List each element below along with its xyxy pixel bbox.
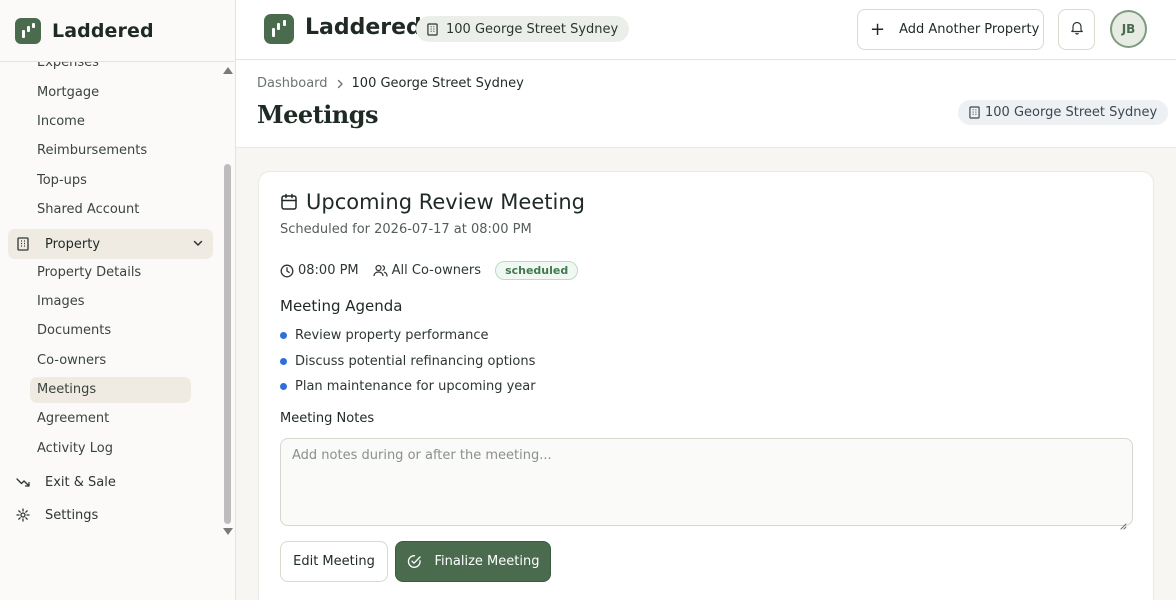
gear-icon [16,508,30,522]
page-header: Dashboard 100 George Street Sydney Meeti… [236,60,1176,148]
list-item: Discuss potential refinancing options [280,349,536,375]
meeting-title-text: Upcoming Review Meeting [306,190,585,214]
edit-meeting-button[interactable]: Edit Meeting [280,541,388,582]
bullet-icon [280,383,287,391]
page-title: Meetings [257,100,379,129]
sidebar-group-label: Property [45,236,101,252]
building-icon [969,106,980,119]
sidebar-item-activity-log[interactable]: Activity Log [37,439,113,459]
agenda-heading: Meeting Agenda [280,297,403,315]
meeting-attendees-text: All Co-owners [391,263,482,278]
sidebar-item-agreement[interactable]: Agreement [37,409,109,429]
sidebar-item-meetings[interactable]: Meetings [37,380,96,400]
plus-icon: + [870,18,886,40]
scrollbar-thumb[interactable] [224,164,231,524]
sidebar-scrollbar[interactable] [221,62,234,538]
chevron-right-icon [336,79,344,89]
agenda-item-text: Plan maintenance for upcoming year [295,379,536,395]
bullet-icon [280,357,287,365]
meeting-time-text: 08:00 PM [298,263,359,278]
agenda-item-text: Discuss potential refinancing options [295,353,536,369]
laddered-logo-icon [15,17,41,44]
check-circle-icon [407,554,422,569]
sidebar-item-top-ups[interactable]: Top-ups [37,171,87,191]
sidebar-item-label: Settings [45,507,99,523]
scroll-up-arrow-icon[interactable] [223,67,233,74]
sidebar: Laddered Expenses Mortgage Income Reimbu… [0,0,236,600]
laddered-logo-icon[interactable] [264,14,294,44]
meeting-scheduled-text: Scheduled for 2026-07-17 at 08:00 PM [280,222,532,237]
sidebar-item-label: Exit & Sale [45,474,116,490]
avatar[interactable]: JB [1110,10,1147,48]
top-header: Laddered 100 George Street Sydney + Add … [236,0,1176,60]
sidebar-brand-name: Laddered [52,19,154,42]
finalize-meeting-button[interactable]: Finalize Meeting [395,541,551,582]
sidebar-item-shared-account[interactable]: Shared Account [37,200,139,220]
add-property-button[interactable]: + Add Another Property [857,9,1044,50]
building-icon [427,22,438,36]
sidebar-item-income[interactable]: Income [37,112,85,132]
sidebar-item-mortgage[interactable]: Mortgage [37,83,99,103]
notifications-button[interactable] [1058,9,1095,50]
scroll-down-arrow-icon[interactable] [223,528,233,535]
sidebar-item-images[interactable]: Images [37,292,85,312]
building-icon [16,237,30,251]
agenda-list: Review property performance Discuss pote… [280,323,536,400]
property-selector-chip[interactable]: 100 George Street Sydney [416,16,630,42]
sidebar-brand[interactable]: Laddered [0,0,235,62]
sidebar-item-expenses[interactable]: Expenses [37,62,99,73]
sidebar-group-property[interactable]: Property [8,229,213,259]
property-badge: 100 George Street Sydney [958,100,1169,125]
users-icon [373,264,388,277]
meeting-attendees: All Co-owners [373,263,481,278]
status-badge: scheduled [495,261,579,280]
bullet-icon [280,332,287,340]
sidebar-item-exit-sale[interactable]: Exit & Sale [8,471,116,493]
sidebar-item-co-owners[interactable]: Co-owners [37,351,106,371]
header-brand-name[interactable]: Laddered [305,15,422,40]
sidebar-item-property-details[interactable]: Property Details [37,263,141,283]
breadcrumb-current: 100 George Street Sydney [351,76,524,91]
breadcrumb: Dashboard 100 George Street Sydney [257,76,524,91]
resize-handle-icon[interactable] [1119,515,1127,534]
sidebar-item-reimbursements[interactable]: Reimbursements [37,141,147,161]
meeting-card: Upcoming Review Meeting Scheduled for 20… [258,171,1154,600]
trending-down-icon [16,475,30,489]
property-chip-label: 100 George Street Sydney [446,21,619,37]
bell-icon [1070,20,1084,39]
chevron-down-icon[interactable] [192,237,204,253]
sidebar-nav: Expenses Mortgage Income Reimbursements … [0,62,221,538]
property-badge-label: 100 George Street Sydney [985,105,1158,120]
list-item: Plan maintenance for upcoming year [280,374,536,400]
list-item: Review property performance [280,323,536,349]
add-property-label: Add Another Property [899,22,1040,37]
calendar-icon [280,193,298,211]
meeting-meta: 08:00 PM All Co-owners scheduled [280,261,579,280]
breadcrumb-dashboard-link[interactable]: Dashboard [257,76,328,91]
sidebar-item-settings[interactable]: Settings [8,504,98,526]
agenda-item-text: Review property performance [295,328,489,344]
meeting-title: Upcoming Review Meeting [280,190,585,214]
meeting-time: 08:00 PM [280,263,359,278]
clock-icon [280,264,294,278]
notes-heading: Meeting Notes [280,411,375,426]
finalize-meeting-label: Finalize Meeting [434,554,540,569]
sidebar-item-documents[interactable]: Documents [37,321,111,341]
meeting-notes-textarea[interactable] [280,438,1133,526]
